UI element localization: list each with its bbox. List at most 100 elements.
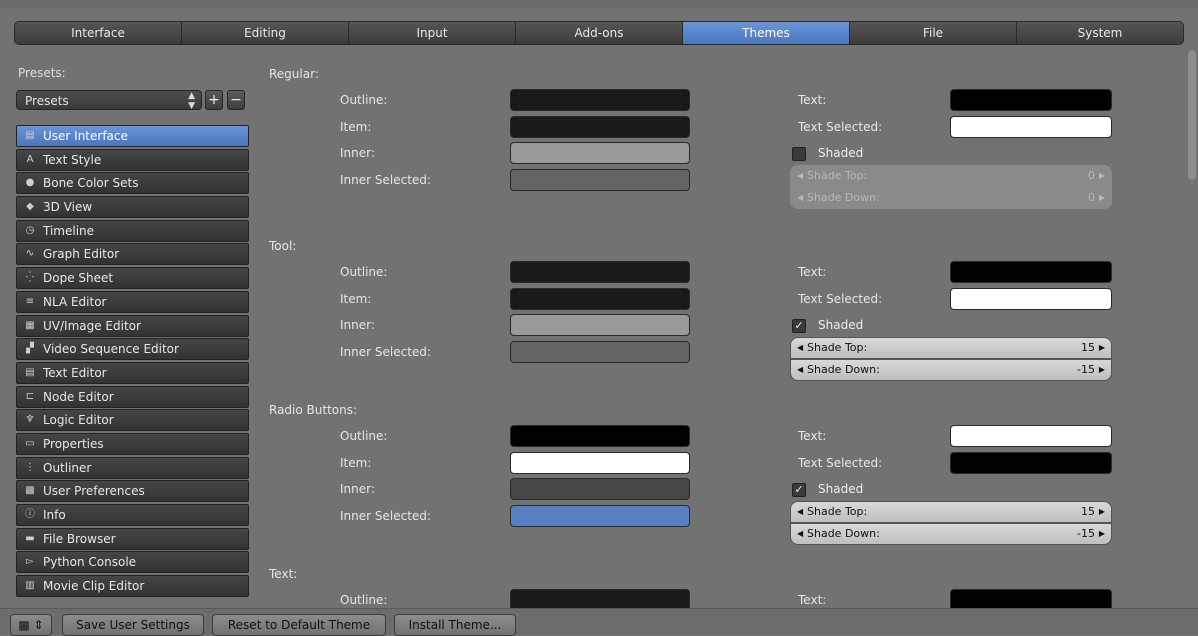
sidebar-item-graph-editor[interactable]: ∿ Graph Editor bbox=[16, 243, 249, 266]
field-label: Inner: bbox=[340, 146, 375, 160]
text-selected-color-swatch[interactable] bbox=[950, 115, 1112, 138]
field-value: -15 bbox=[1077, 526, 1095, 540]
install-theme-button[interactable]: Install Theme... bbox=[394, 614, 516, 636]
text-color-swatch[interactable] bbox=[950, 425, 1112, 447]
sidebar-item-user-interface[interactable]: ▤ User Interface bbox=[16, 125, 249, 147]
nla-editor-icon: ≡ bbox=[25, 295, 35, 307]
color-swatch[interactable] bbox=[510, 115, 690, 138]
sidebar-item-timeline[interactable]: ◷ Timeline bbox=[16, 219, 249, 242]
decrement-arrow-icon[interactable]: ◀ bbox=[797, 502, 803, 522]
color-swatch[interactable] bbox=[510, 287, 690, 310]
shade-down-field[interactable]: ◀ Shade Down: -15 ▶ bbox=[790, 358, 1112, 381]
field-label: Item: bbox=[340, 119, 372, 134]
sidebar-item-info[interactable]: ⓘ Info bbox=[16, 504, 249, 526]
sidebar-item-bone-color-sets[interactable]: ● Bone Color Sets bbox=[16, 172, 249, 195]
sidebar-item-3d-view[interactable]: ◆ 3D View bbox=[16, 196, 249, 219]
field-label: Item: bbox=[340, 455, 372, 470]
text-selected-color-swatch[interactable] bbox=[950, 287, 1112, 310]
dope-sheet-icon: ⁛ bbox=[26, 272, 34, 284]
sidebar-item-movie-clip-editor[interactable]: ▥ Movie Clip Editor bbox=[16, 575, 249, 598]
shade-top-field[interactable]: ◀ Shade Top: 15 ▶ bbox=[790, 500, 1112, 523]
decrement-arrow-icon[interactable]: ◀ bbox=[797, 188, 803, 208]
tab-add-ons[interactable]: Add-ons bbox=[516, 22, 683, 44]
shaded-checkbox[interactable] bbox=[792, 147, 806, 161]
sidebar-item-label: Logic Editor bbox=[43, 413, 114, 428]
scrollbar[interactable] bbox=[1188, 50, 1196, 180]
editor-type-button[interactable]: ▩ ⇕ bbox=[10, 614, 52, 636]
increment-arrow-icon[interactable]: ▶ bbox=[1099, 188, 1105, 208]
color-swatch[interactable] bbox=[510, 340, 690, 363]
timeline-icon: ◷ bbox=[25, 224, 35, 236]
section-title: Tool: bbox=[269, 239, 297, 253]
decrement-arrow-icon[interactable]: ◀ bbox=[797, 524, 803, 544]
text-color-swatch[interactable] bbox=[950, 261, 1112, 283]
field-label: Item: bbox=[340, 291, 372, 306]
bone-color-icon: ● bbox=[25, 177, 35, 189]
field-label: Inner Selected: bbox=[340, 508, 431, 523]
remove-preset-button[interactable]: − bbox=[227, 90, 245, 110]
color-swatch[interactable] bbox=[510, 168, 690, 191]
tab-input[interactable]: Input bbox=[349, 22, 516, 44]
text-color-swatch[interactable] bbox=[950, 89, 1112, 111]
tab-themes[interactable]: Themes bbox=[683, 22, 850, 44]
decrement-arrow-icon[interactable]: ◀ bbox=[797, 360, 803, 380]
text-label: Text: bbox=[798, 265, 827, 279]
sidebar-item-properties[interactable]: ▭ Properties bbox=[16, 432, 249, 455]
shade-top-field[interactable]: ◀ Shade Top: 15 ▶ bbox=[790, 336, 1112, 359]
field-label: Inner Selected: bbox=[340, 344, 431, 359]
field-name: Shade Down: bbox=[807, 526, 880, 540]
user-preferences-icon: ▩ bbox=[25, 485, 35, 497]
color-swatch[interactable] bbox=[510, 504, 690, 527]
sidebar-item-video-sequence-editor[interactable]: ▞ Video Sequence Editor bbox=[16, 338, 249, 361]
tab-interface[interactable]: Interface bbox=[15, 22, 182, 44]
shade-top-field[interactable]: ◀ Shade Top: 0 ▶ bbox=[790, 164, 1112, 187]
sidebar-item-label: Bone Color Sets bbox=[43, 176, 139, 191]
sidebar-item-logic-editor[interactable]: ♆ Logic Editor bbox=[16, 409, 249, 432]
sidebar-item-node-editor[interactable]: ⊏ Node Editor bbox=[16, 385, 249, 408]
sidebar-item-text-editor[interactable]: ▤ Text Editor bbox=[16, 361, 249, 384]
increment-arrow-icon[interactable]: ▶ bbox=[1099, 166, 1105, 186]
increment-arrow-icon[interactable]: ▶ bbox=[1099, 524, 1105, 544]
sidebar-item-uv-image-editor[interactable]: ▦ UV/Image Editor bbox=[16, 314, 249, 337]
save-user-settings-button[interactable]: Save User Settings bbox=[62, 614, 204, 636]
reset-default-theme-button[interactable]: Reset to Default Theme bbox=[212, 614, 386, 636]
shaded-checkbox[interactable]: ✓ bbox=[792, 319, 806, 333]
decrement-arrow-icon[interactable]: ◀ bbox=[797, 338, 803, 358]
increment-arrow-icon[interactable]: ▶ bbox=[1099, 360, 1105, 380]
color-swatch[interactable] bbox=[510, 89, 690, 111]
text-selected-color-swatch[interactable] bbox=[950, 451, 1112, 474]
color-swatch[interactable] bbox=[510, 425, 690, 447]
color-swatch[interactable] bbox=[510, 314, 690, 336]
color-swatch[interactable] bbox=[510, 261, 690, 283]
increment-arrow-icon[interactable]: ▶ bbox=[1099, 338, 1105, 358]
shade-down-field[interactable]: ◀ Shade Down: -15 ▶ bbox=[790, 522, 1112, 545]
color-swatch[interactable] bbox=[510, 142, 690, 164]
sidebar-item-user-preferences[interactable]: ▩ User Preferences bbox=[16, 480, 249, 503]
section-title: Regular: bbox=[269, 67, 319, 81]
shade-down-field[interactable]: ◀ Shade Down: 0 ▶ bbox=[790, 186, 1112, 209]
color-swatch[interactable] bbox=[510, 478, 690, 500]
tab-file[interactable]: File bbox=[850, 22, 1017, 44]
shaded-checkbox[interactable]: ✓ bbox=[792, 483, 806, 497]
info-icon: ⓘ bbox=[25, 509, 35, 520]
presets-select[interactable]: Presets ▲ ▼ bbox=[16, 90, 202, 111]
sidebar-item-outliner[interactable]: ⋮ Outliner bbox=[16, 456, 249, 479]
sidebar-item-text-style[interactable]: A Text Style bbox=[16, 148, 249, 171]
field-value: 15 bbox=[1081, 504, 1095, 518]
sidebar-item-nla-editor[interactable]: ≡ NLA Editor bbox=[16, 290, 249, 313]
sidebar-item-label: 3D View bbox=[43, 200, 93, 215]
sidebar-item-dope-sheet[interactable]: ⁛ Dope Sheet bbox=[16, 267, 249, 290]
field-value: 15 bbox=[1081, 340, 1095, 354]
decrement-arrow-icon[interactable]: ◀ bbox=[797, 166, 803, 186]
sidebar-item-file-browser[interactable]: ▬ File Browser bbox=[16, 527, 249, 550]
tab-system[interactable]: System bbox=[1017, 22, 1183, 44]
sidebar-item-label: File Browser bbox=[43, 531, 116, 546]
sidebar-item-python-console[interactable]: ▻ Python Console bbox=[16, 551, 249, 574]
tab-editing[interactable]: Editing bbox=[182, 22, 349, 44]
sidebar-item-label: Python Console bbox=[43, 555, 137, 570]
color-swatch[interactable] bbox=[510, 451, 690, 474]
sidebar-item-label: Text Editor bbox=[43, 365, 107, 380]
increment-arrow-icon[interactable]: ▶ bbox=[1099, 502, 1105, 522]
field-label: Inner: bbox=[340, 482, 375, 496]
add-preset-button[interactable]: + bbox=[205, 90, 223, 110]
